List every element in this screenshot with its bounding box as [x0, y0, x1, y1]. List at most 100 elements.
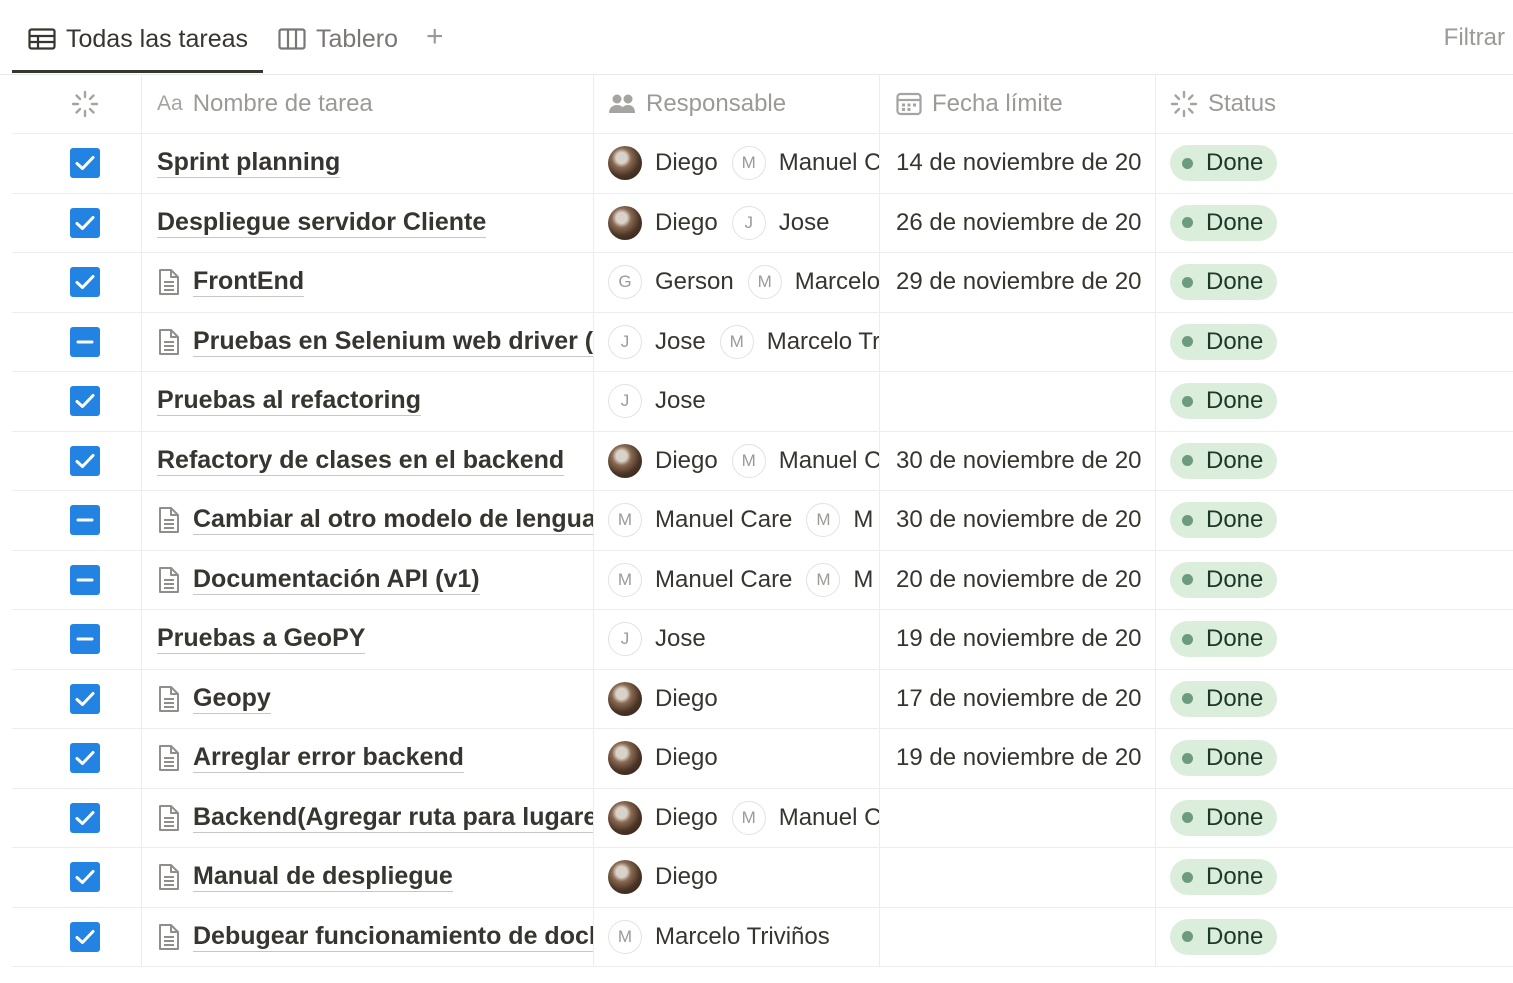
task-name-link[interactable]: FrontEnd — [193, 267, 305, 298]
due-date-cell[interactable] — [880, 372, 1156, 431]
due-date-cell[interactable] — [880, 907, 1156, 966]
task-name-link[interactable]: Arreglar error backend — [193, 743, 464, 774]
checkbox-checked[interactable] — [69, 207, 100, 238]
task-name-link[interactable]: Pruebas al refactoring — [157, 386, 421, 417]
header-assignee[interactable]: Responsable — [594, 74, 880, 133]
assignee-cell[interactable]: M Manuel Care M M — [594, 491, 880, 550]
header-check-column[interactable] — [12, 74, 142, 133]
checkbox-checked[interactable] — [69, 921, 100, 952]
task-name-link[interactable]: Despliegue servidor Cliente — [157, 208, 487, 238]
checkbox-checked[interactable] — [69, 802, 100, 833]
task-name-link[interactable]: Debugear funcionamiento de dock — [193, 922, 593, 952]
assignee-cell[interactable]: G Gerson M Marcelo — [594, 253, 880, 312]
status-cell[interactable]: Done — [1156, 432, 1513, 491]
filter-button[interactable]: Filtrar — [1444, 24, 1505, 52]
table-row[interactable]: Documentación API (v1) M Manuel Care M M 20 d… — [12, 550, 1513, 610]
due-date-cell[interactable]: 19 de noviembre de 20 — [880, 729, 1156, 788]
assignee-cell[interactable]: Diego — [594, 669, 880, 728]
header-task-name-label: Nombre de tarea — [192, 89, 373, 117]
header-due-date[interactable]: Fecha límite — [880, 74, 1156, 133]
header-status[interactable]: Status — [1156, 74, 1513, 133]
assignee-cell[interactable]: J Jose — [594, 610, 880, 669]
assignee-cell[interactable]: Diego — [594, 729, 880, 788]
due-date-cell[interactable]: 17 de noviembre de 20 — [880, 669, 1156, 728]
assignee-cell[interactable]: M Manuel Care M M — [594, 550, 880, 609]
status-cell[interactable]: Done — [1156, 551, 1513, 610]
status-cell[interactable]: Done — [1156, 848, 1513, 907]
task-name-link[interactable]: Geopy — [193, 684, 271, 714]
table-row[interactable]: Pruebas al refactoring J Jose Done — [12, 372, 1513, 432]
status-label: Done — [1206, 149, 1264, 177]
assignee-cell[interactable]: Diego M Manuel C — [594, 788, 880, 847]
table-row[interactable]: Arreglar error backend Diego 19 de noviemb… — [12, 729, 1513, 789]
due-date-cell[interactable]: 26 de noviembre de 20 — [880, 193, 1156, 252]
checkbox-indeterminate[interactable] — [69, 326, 100, 357]
task-name-link[interactable]: Cambiar al otro modelo de lengua — [193, 505, 593, 536]
assignee-cell[interactable]: Diego J Jose — [594, 193, 880, 252]
due-date-cell[interactable]: 29 de noviembre de 20 — [880, 253, 1156, 312]
checkbox-checked[interactable] — [69, 267, 100, 298]
table-row[interactable]: Manual de despliegue Diego Done — [12, 848, 1513, 908]
due-date-cell[interactable] — [880, 788, 1156, 847]
checkbox-checked[interactable] — [69, 862, 100, 893]
checkbox-checked[interactable] — [69, 386, 100, 417]
header-due-date-label: Fecha límite — [932, 89, 1063, 117]
task-name-link[interactable]: Manual de despliegue — [193, 862, 453, 893]
assignee-cell[interactable]: J Jose — [594, 372, 880, 431]
status-cell[interactable]: Done — [1156, 729, 1513, 788]
table-row[interactable]: Backend(Agregar ruta para lugares Diego M M… — [12, 788, 1513, 848]
status-cell[interactable]: Done — [1156, 789, 1513, 848]
checkbox-checked[interactable] — [69, 743, 100, 774]
table-row[interactable]: Pruebas en Selenium web driver (F J Jose M M… — [12, 312, 1513, 372]
checkbox-indeterminate[interactable] — [69, 624, 100, 655]
task-name-link[interactable]: Pruebas en Selenium web driver (F — [193, 327, 593, 357]
status-badge: Done — [1170, 740, 1278, 777]
status-cell[interactable]: Done — [1156, 253, 1513, 312]
status-cell[interactable]: Done — [1156, 372, 1513, 431]
tab-all-tasks[interactable]: Todas las tareas — [28, 22, 248, 56]
due-date-cell[interactable]: 30 de noviembre de 20 — [880, 431, 1156, 490]
task-name-cell: Pruebas al refactoring — [142, 372, 594, 431]
due-date-cell[interactable]: 14 de noviembre de 20 — [880, 134, 1156, 193]
assignee-cell[interactable]: Diego M Manuel C — [594, 431, 880, 490]
table-row[interactable]: Cambiar al otro modelo de lengua M Manuel … — [12, 491, 1513, 551]
status-cell[interactable]: Done — [1156, 908, 1513, 967]
status-cell[interactable]: Done — [1156, 491, 1513, 550]
table-row[interactable]: Refactory de clases en el backend Diego M M… — [12, 431, 1513, 491]
checkbox-checked[interactable] — [69, 683, 100, 714]
task-name-link[interactable]: Documentación API (v1) — [193, 565, 480, 595]
assignee-cell[interactable]: Diego M Manuel C — [594, 134, 880, 193]
table-row[interactable]: Pruebas a GeoPY J Jose 19 de noviembre de 2… — [12, 610, 1513, 670]
due-date-cell[interactable]: 20 de noviembre de 20 — [880, 550, 1156, 609]
person-chip: M Manuel Care — [608, 562, 792, 597]
checkbox-checked[interactable] — [69, 148, 100, 179]
due-date-cell[interactable]: 30 de noviembre de 20 — [880, 491, 1156, 550]
due-date-cell[interactable] — [880, 312, 1156, 371]
due-date-cell[interactable] — [880, 848, 1156, 907]
status-cell[interactable]: Done — [1156, 610, 1513, 669]
table-row[interactable]: Sprint planning Diego M Manuel C 14 de novie… — [12, 134, 1513, 194]
task-name-link[interactable]: Refactory de clases en el backend — [157, 446, 565, 476]
task-name-link[interactable]: Backend(Agregar ruta para lugares — [193, 803, 593, 833]
checkbox-indeterminate[interactable] — [69, 564, 100, 595]
task-name-link[interactable]: Pruebas a GeoPY — [157, 624, 366, 655]
table-row[interactable]: FrontEnd G Gerson M Marcelo 29 de noviembre d… — [12, 253, 1513, 313]
table-row[interactable]: Despliegue servidor Cliente Diego J Jose 26 … — [12, 193, 1513, 253]
status-cell[interactable]: Done — [1156, 670, 1513, 729]
assignee-cell[interactable]: J Jose M Marcelo Tr — [594, 312, 880, 371]
assignee-cell[interactable]: M Marcelo Triviños — [594, 907, 880, 966]
table-row[interactable]: Geopy Diego 17 de noviembre de 20 Done — [12, 669, 1513, 729]
header-task-name[interactable]: Aa Nombre de tarea — [142, 74, 594, 133]
checkbox-checked[interactable] — [69, 445, 100, 476]
person-name: M — [853, 506, 874, 534]
add-view-button[interactable]: + — [426, 22, 444, 52]
tab-board[interactable]: Tablero — [278, 22, 398, 56]
status-cell[interactable]: Done — [1156, 313, 1513, 372]
due-date-cell[interactable]: 19 de noviembre de 20 — [880, 610, 1156, 669]
status-cell[interactable]: Done — [1156, 134, 1513, 193]
table-row[interactable]: Debugear funcionamiento de dock M Marcelo … — [12, 907, 1513, 967]
task-name-link[interactable]: Sprint planning — [157, 148, 341, 179]
assignee-cell[interactable]: Diego — [594, 848, 880, 907]
status-cell[interactable]: Done — [1156, 194, 1513, 253]
checkbox-indeterminate[interactable] — [69, 505, 100, 536]
